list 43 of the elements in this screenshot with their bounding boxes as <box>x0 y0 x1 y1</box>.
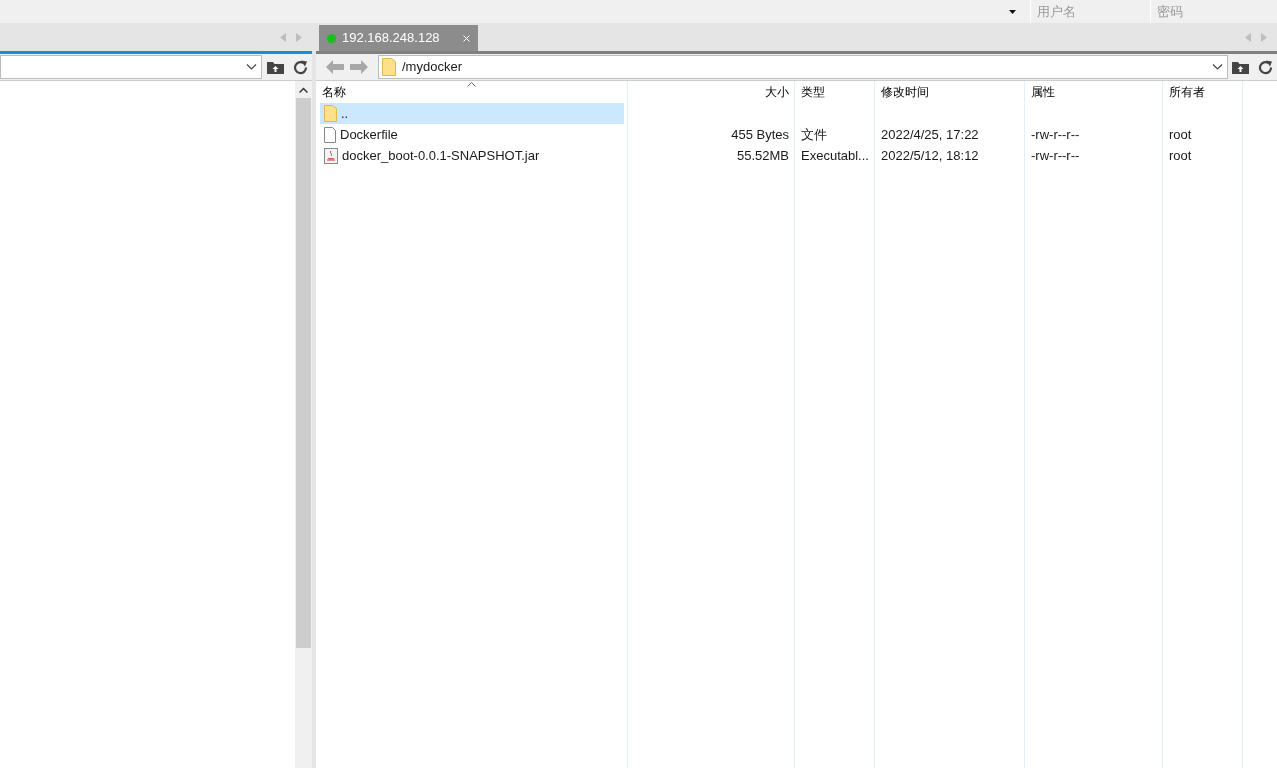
file-name-cell[interactable]: .. <box>320 103 624 124</box>
scroll-up-icon[interactable] <box>299 87 308 93</box>
path-field[interactable]: /mydocker <box>378 55 1228 79</box>
scroll-left-icon[interactable] <box>1245 32 1251 42</box>
column-header[interactable]: 大小 <box>628 83 795 101</box>
forward-arrow-icon[interactable] <box>350 60 368 74</box>
table-cell: -rw-r--r-- <box>1031 147 1080 163</box>
folder-up-icon[interactable] <box>266 60 284 74</box>
folder-up-icon[interactable] <box>1232 60 1250 74</box>
table-cell: 455 Bytes <box>731 126 789 142</box>
file-name-cell[interactable]: Dockerfile <box>320 124 624 145</box>
column-header[interactable]: 名称 <box>316 83 628 101</box>
chevron-down-icon <box>246 64 257 70</box>
java-file-icon <box>324 147 338 164</box>
column-header[interactable]: 修改时间 <box>875 83 1025 101</box>
column-header[interactable]: 类型 <box>795 83 875 101</box>
table-cell: root <box>1169 147 1192 163</box>
folder-icon <box>324 105 337 122</box>
back-arrow-icon[interactable] <box>326 60 344 74</box>
column-header[interactable]: 属性 <box>1025 83 1163 101</box>
path-text: /mydocker <box>402 58 463 77</box>
table-cell: 55.52MB <box>736 147 789 163</box>
table-cell: root <box>1169 126 1192 142</box>
refresh-icon[interactable] <box>292 59 308 75</box>
table-cell: -rw-r--r-- <box>1031 126 1080 142</box>
file-icon <box>324 126 336 143</box>
table-cell: 文件 <box>801 126 827 142</box>
file-name-cell[interactable]: docker_boot-0.0.1-SNAPSHOT.jar <box>320 145 624 166</box>
scrollbar[interactable] <box>295 81 312 768</box>
column-header[interactable]: 所有者 <box>1163 83 1243 101</box>
scrollbar-thumb[interactable] <box>296 98 311 648</box>
dropdown-caret-icon[interactable] <box>1008 9 1016 14</box>
close-icon[interactable] <box>463 34 470 42</box>
chevron-down-icon <box>1212 64 1223 70</box>
table-cell: 2022/4/25, 17:22 <box>881 126 979 142</box>
scroll-right-icon[interactable] <box>1261 32 1267 42</box>
table-cell: 2022/5/12, 18:12 <box>881 147 979 163</box>
sort-caret-icon <box>467 82 476 87</box>
scroll-right-icon[interactable] <box>296 32 302 42</box>
folder-icon <box>382 58 396 76</box>
scroll-left-icon[interactable] <box>280 32 286 42</box>
table-cell: Executabl... <box>801 147 869 163</box>
refresh-icon[interactable] <box>1257 59 1273 75</box>
